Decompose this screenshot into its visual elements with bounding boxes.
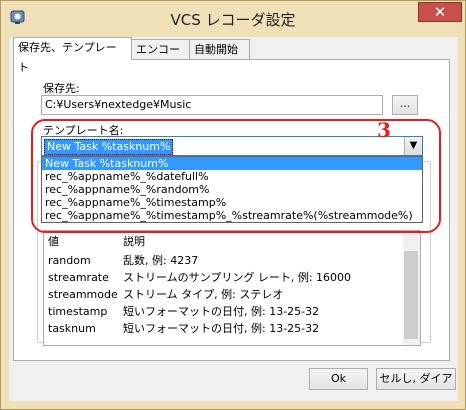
cancel-button[interactable]: セルし, ダイア [376, 368, 456, 390]
row-name: streammode [48, 288, 118, 301]
row-desc: ストリーム タイプ, 例: ステレオ [123, 288, 284, 301]
save-path-field[interactable]: C:¥Users¥nextedge¥Music [41, 95, 383, 115]
title-bar: VCS レコーダ設定 ✕ [1, 1, 465, 37]
browse-button[interactable]: ... [392, 95, 418, 115]
row-name: tasknum [48, 322, 96, 335]
close-button[interactable]: ✕ [418, 2, 462, 22]
row-desc: 短いフォーマットの日付, 例: 13-25-32 [123, 322, 320, 335]
table-row[interactable]: timestamp 短いフォーマットの日付, 例: 13-25-32 [48, 303, 398, 320]
tab-auto-start[interactable]: 自動開始 [189, 39, 250, 59]
ok-button[interactable]: Ok [309, 368, 368, 390]
scrollbar-thumb[interactable] [404, 251, 418, 339]
table-row[interactable]: streamrate ストリームのサンプリング レート, 例: 16000 [48, 269, 398, 286]
row-name: streamrate [48, 271, 109, 284]
row-desc: 短いフォーマットの日付, 例: 13-25-32 [123, 305, 320, 318]
row-name: timestamp [48, 305, 108, 318]
list-scrollbar[interactable] [403, 231, 420, 345]
tab-encoder[interactable]: エンコーダ [131, 39, 190, 76]
header-desc: 説明 [123, 235, 145, 248]
table-row[interactable]: streammode ストリーム タイプ, 例: ステレオ [48, 286, 398, 303]
table-row[interactable]: tasknum 短いフォーマットの日付, 例: 13-25-32 [48, 320, 398, 337]
row-desc: ストリームのサンプリング レート, 例: 16000 [123, 271, 352, 284]
header-name: 値 [48, 235, 59, 248]
list-header: 値 説明 [48, 233, 398, 250]
table-row[interactable]: random 乱数, 例: 4237 [48, 252, 398, 269]
save-path-label: 保存先: [43, 82, 80, 95]
tab-save-template[interactable]: 保存先、テンプレート [13, 37, 132, 74]
window-title: VCS レコーダ設定 [170, 11, 296, 29]
annotation-number: 3 [377, 118, 391, 142]
row-name: random [48, 254, 91, 267]
row-desc: 乱数, 例: 4237 [123, 254, 199, 267]
settings-window: VCS レコーダ設定 ✕ 保存先、テンプレート エンコーダ 自動開始 保存先: … [0, 0, 466, 410]
variables-list[interactable]: 値 説明 random 乱数, 例: 4237 streamrate ストリーム… [43, 230, 421, 346]
